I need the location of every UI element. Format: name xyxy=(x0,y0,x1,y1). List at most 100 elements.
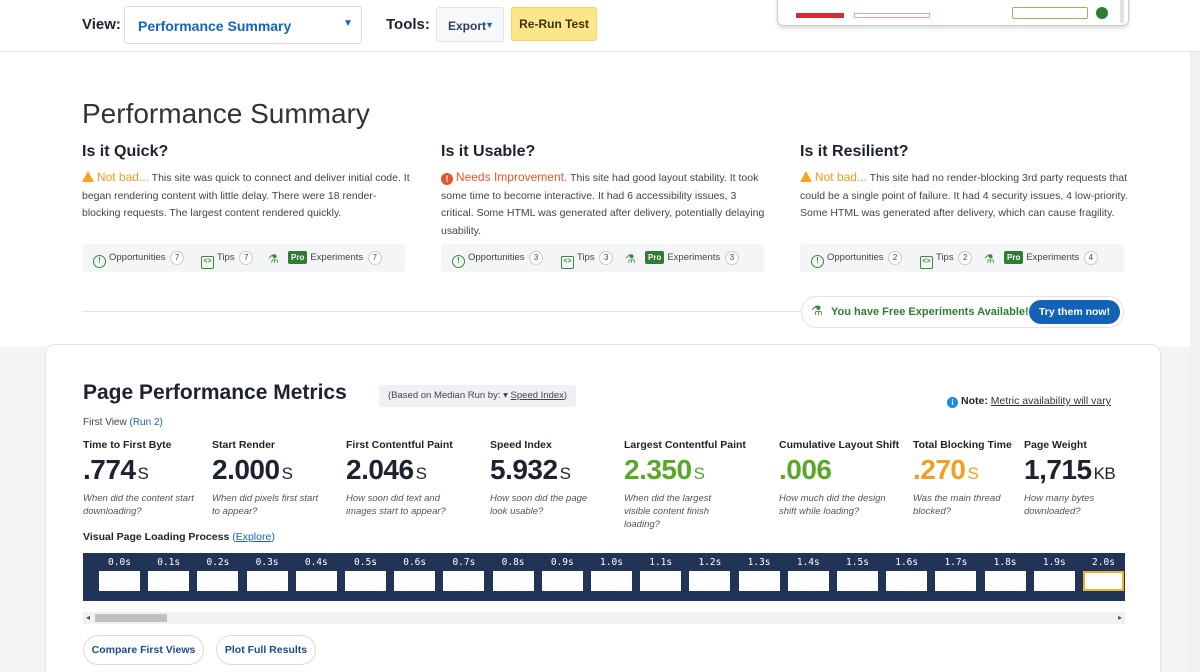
quick-status: Not bad... xyxy=(96,170,149,184)
filmstrip-frame[interactable]: 2.0s xyxy=(1079,553,1125,601)
screenshot-thumbnail[interactable] xyxy=(777,0,1129,26)
quick-tips-chip[interactable]: <> Tips 7 xyxy=(201,250,254,269)
filmstrip-frame[interactable]: 1.1s xyxy=(636,553,685,601)
frame-thumbnail[interactable] xyxy=(886,571,928,591)
first-view-label: First View (Run 2) xyxy=(83,417,163,428)
filmstrip-frame[interactable]: 0.2s xyxy=(193,553,242,601)
resilient-tips-chip[interactable]: <> Tips 2 xyxy=(920,250,973,269)
frame-thumbnail[interactable] xyxy=(246,571,288,591)
explore-link[interactable]: Explore xyxy=(236,531,272,543)
frame-time: 1.8s xyxy=(993,557,1017,568)
filmstrip-frame[interactable]: 0.7s xyxy=(439,553,488,601)
median-run-selector[interactable]: (Based on Median Run by: ▾ Speed Index) xyxy=(379,385,577,407)
filmstrip-frame[interactable]: 1.8s xyxy=(981,553,1030,601)
note-link[interactable]: Metric availability will vary xyxy=(991,395,1111,407)
filmstrip-frame[interactable]: 0.0s xyxy=(95,553,144,601)
frame-time: 1.2s xyxy=(698,557,722,568)
page-scrollbar[interactable] xyxy=(1190,52,1200,672)
frame-thumbnail[interactable] xyxy=(935,571,977,591)
median-run-link[interactable]: Speed Index xyxy=(511,390,564,401)
quick-heading: Is it Quick? xyxy=(82,143,169,160)
frame-time: 0.3s xyxy=(255,557,279,568)
frame-thumbnail[interactable] xyxy=(148,571,190,591)
filmstrip-frame[interactable]: 0.6s xyxy=(390,553,439,601)
frame-thumbnail[interactable] xyxy=(443,571,485,591)
filmstrip-frame[interactable]: 0.4s xyxy=(292,553,341,601)
usable-experiments-chip[interactable]: ⚗ Pro Experiments 3 xyxy=(625,250,739,266)
rerun-test-button[interactable]: Re-Run Test xyxy=(511,7,597,41)
metric-label: Start Render xyxy=(212,439,276,451)
frame-thumbnail[interactable] xyxy=(1083,571,1124,591)
filmstrip-frame[interactable]: 1.4s xyxy=(784,553,833,601)
tips-icon: <> xyxy=(201,256,214,269)
metric-ttfb: Time to First Byte .774 S When did the co… xyxy=(83,439,223,518)
frame-thumbnail[interactable] xyxy=(394,571,436,591)
experiments-count: 7 xyxy=(367,251,382,265)
scroll-left-icon[interactable]: ◂ xyxy=(86,613,90,622)
frame-time: 1.7s xyxy=(944,557,968,568)
filmstrip-frame[interactable]: 0.8s xyxy=(489,553,538,601)
filmstrip-frame[interactable]: 1.5s xyxy=(833,553,882,601)
quick-opportunities-chip[interactable]: ! Opportunities 7 xyxy=(93,250,185,268)
view-select[interactable]: Performance Summary ▼ xyxy=(124,6,362,44)
filmstrip-frame[interactable]: 0.1s xyxy=(144,553,193,601)
usable-column: Is it Usable? ! Needs Improvement. This … xyxy=(441,143,771,240)
metric-cls: Cumulative Layout Shift .006 How much di… xyxy=(779,439,919,518)
filmstrip-frame[interactable]: 1.6s xyxy=(882,553,931,601)
filmstrip-frame[interactable]: 0.5s xyxy=(341,553,390,601)
tips-icon: <> xyxy=(561,256,574,269)
filmstrip[interactable]: 0.0s 0.1s 0.2s 0.3s 0.4s 0.5s 0.6s 0.7s 0.8s 0.9s… xyxy=(83,553,1125,601)
scrollbar-thumb[interactable] xyxy=(95,614,167,622)
filmstrip-frame[interactable]: 1.2s xyxy=(685,553,734,601)
frame-thumbnail[interactable] xyxy=(541,571,583,591)
quick-experiments-chip[interactable]: ⚗ Pro Experiments 7 xyxy=(268,250,382,266)
filmstrip-frame[interactable]: 1.9s xyxy=(1030,553,1079,601)
frame-time: 0.1s xyxy=(157,557,181,568)
filmstrip-frame[interactable]: 1.0s xyxy=(587,553,636,601)
frame-thumbnail[interactable] xyxy=(345,571,386,591)
export-button[interactable]: Export ▼ xyxy=(436,7,504,42)
frame-thumbnail[interactable] xyxy=(689,571,731,591)
resilient-opportunities-chip[interactable]: ! Opportunities 2 xyxy=(811,250,903,268)
frame-thumbnail[interactable] xyxy=(984,571,1026,591)
resilient-heading: Is it Resilient? xyxy=(800,143,909,160)
filmstrip-frame[interactable]: 0.3s xyxy=(243,553,292,601)
resilient-experiments-chip[interactable]: ⚗ Pro Experiments 4 xyxy=(984,250,1098,266)
thumbnail-scrollbar xyxy=(1120,0,1124,23)
tools-label: Tools: xyxy=(386,16,430,33)
frame-thumbnail[interactable] xyxy=(99,571,140,591)
metric-question: How many bytes downloaded? xyxy=(1024,493,1095,517)
frame-thumbnail[interactable] xyxy=(1033,571,1075,591)
frame-thumbnail[interactable] xyxy=(197,571,239,591)
quick-column: Is it Quick? Not bad... This site was qu… xyxy=(82,143,412,223)
median-suffix: ) xyxy=(563,390,568,401)
resilient-chips: ! Opportunities 2 <> Tips 2 ⚗ Pro Experiment… xyxy=(800,244,1124,272)
try-them-now-button[interactable]: Try them now! xyxy=(1029,300,1120,324)
tips-label: Tips xyxy=(936,252,954,263)
frame-time: 0.4s xyxy=(304,557,328,568)
error-icon: ! xyxy=(441,173,453,185)
run-link[interactable]: (Run 2) xyxy=(130,417,163,428)
compare-first-views-button[interactable]: Compare First Views xyxy=(83,635,204,665)
frame-time: 0.2s xyxy=(206,557,230,568)
frame-thumbnail[interactable] xyxy=(640,571,682,591)
filmstrip-frame[interactable]: 1.3s xyxy=(735,553,784,601)
filmstrip-scrollbar[interactable]: ◂ ▸ xyxy=(83,612,1125,624)
metric-question: When did the largest visible content fin… xyxy=(624,493,712,530)
usable-tips-chip[interactable]: <> Tips 3 xyxy=(561,250,614,269)
filmstrip-frame[interactable]: 0.9s xyxy=(538,553,587,601)
pro-badge: Pro xyxy=(645,251,665,264)
usable-opportunities-chip[interactable]: ! Opportunities 3 xyxy=(452,250,544,268)
frame-thumbnail[interactable] xyxy=(591,571,632,591)
median-prefix: (Based on Median Run by: ▾ xyxy=(388,390,508,401)
frame-thumbnail[interactable] xyxy=(837,571,878,591)
frame-thumbnail[interactable] xyxy=(738,571,780,591)
first-view-text: First View xyxy=(83,417,127,428)
scroll-right-icon[interactable]: ▸ xyxy=(1118,613,1122,622)
frame-thumbnail[interactable] xyxy=(295,571,337,591)
frame-thumbnail[interactable] xyxy=(492,571,534,591)
filmstrip-frame[interactable]: 1.7s xyxy=(931,553,980,601)
performance-summary-section: Performance Summary Is it Quick? Not bad… xyxy=(0,52,1190,347)
plot-full-results-button[interactable]: Plot Full Results xyxy=(216,635,316,665)
frame-thumbnail[interactable] xyxy=(787,571,829,591)
